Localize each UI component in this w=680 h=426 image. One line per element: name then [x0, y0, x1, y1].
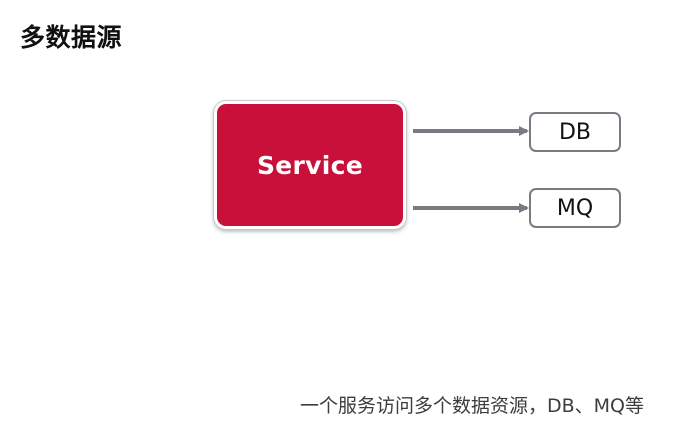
- db-node: DB: [529, 112, 621, 152]
- mq-node-label: MQ: [556, 195, 594, 221]
- mq-node: MQ: [529, 188, 621, 228]
- caption: 一个服务访问多个数据资源，DB、MQ等: [299, 395, 644, 417]
- db-node-label: DB: [558, 119, 592, 145]
- slide: 多数据源 Service DB MQ 一个服务访问多个数据资源，DB、MQ等: [0, 0, 680, 426]
